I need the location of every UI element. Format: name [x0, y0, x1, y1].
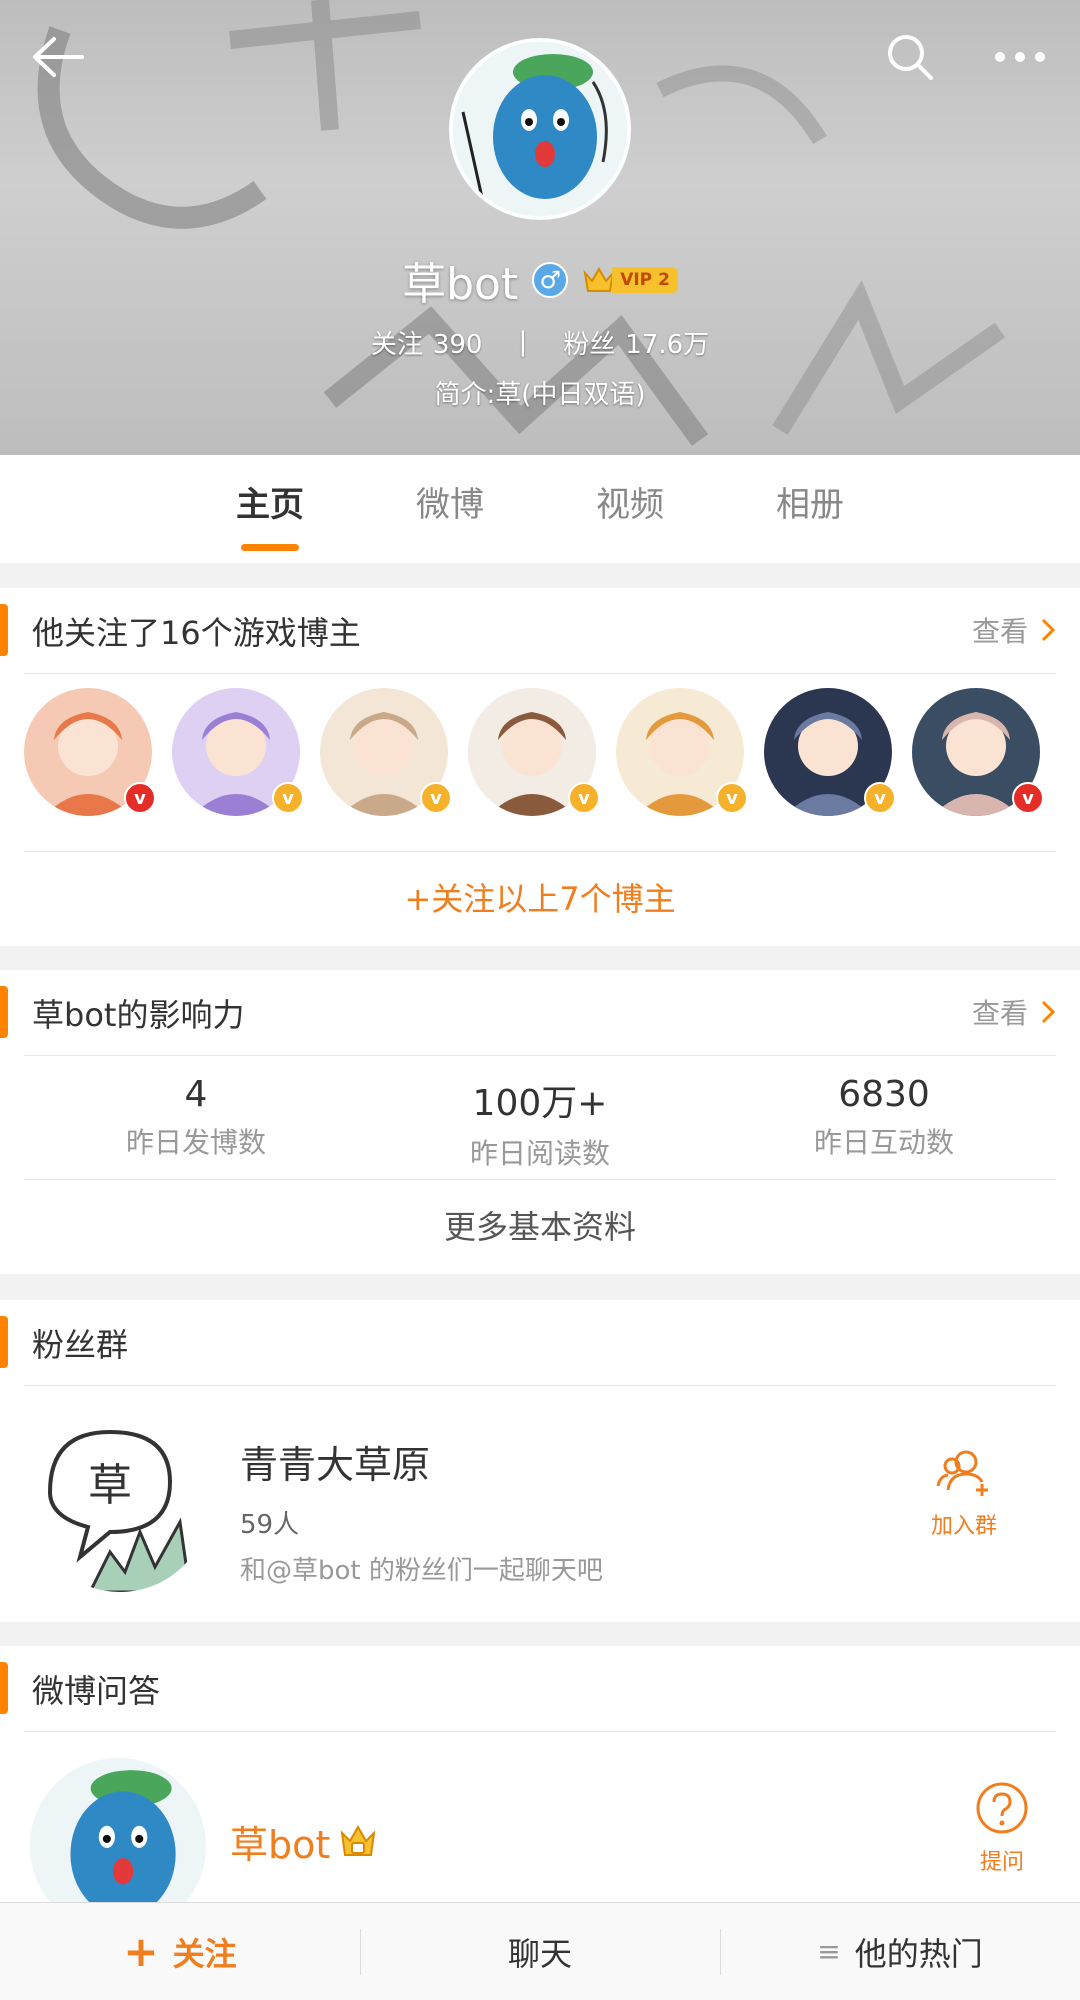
ask-question-button[interactable]: 提问 [968, 1782, 1036, 1876]
fans-count: 17.6万 [625, 329, 710, 360]
card-title: 粉丝群 [32, 1326, 129, 1364]
chat-label: 聊天 [507, 1934, 572, 1973]
influence-stats: 4 昨日发博数 100万+ 昨日阅读数 6830 昨日互动数 [24, 1056, 1056, 1180]
fan-group-card: 粉丝群 草 青青大草原 59人 和@草bot 的粉丝们一起聊天吧 加入群 [0, 1300, 1080, 1622]
fans-label: 粉丝 [563, 329, 616, 360]
hot-posts-button[interactable]: ≡ 他的热门 [720, 1903, 1080, 2000]
view-following-link[interactable]: 查看 [972, 610, 1056, 650]
back-button[interactable] [22, 22, 92, 92]
profile-header: 草bot ♂ VIP 2 关注 390 | 粉丝 17.6万 简介:草(中日双语) [0, 0, 1080, 455]
follow-button[interactable]: + 关注 [0, 1903, 360, 2000]
card-header: 他关注了16个游戏博主 查看 [0, 588, 1056, 674]
card-accent-bar [0, 1662, 8, 1714]
stat-label: 昨日阅读数 [469, 1137, 610, 1170]
add-group-icon [936, 1450, 988, 1496]
back-arrow-icon [33, 37, 84, 77]
search-button[interactable] [875, 22, 945, 92]
stat-value: 4 [184, 1074, 208, 1115]
blogger-avatar-list: vvvvvvv [24, 674, 1056, 852]
qa-user-avatar [30, 1758, 206, 1902]
fans-stat[interactable]: 粉丝 17.6万 [563, 324, 709, 361]
following-stat[interactable]: 关注 390 [371, 324, 483, 361]
view-label: 查看 [971, 997, 1028, 1030]
chevron-right-icon [1041, 618, 1056, 642]
card-header: 微博问答 [0, 1646, 1056, 1732]
card-accent-bar [0, 1316, 8, 1368]
card-accent-bar [0, 986, 8, 1038]
bottom-action-bar: + 关注 聊天 ≡ 他的热门 [0, 1902, 1080, 2000]
influence-card: 草bot的影响力 查看 4 昨日发博数 100万+ 昨日阅读数 6830 昨日互… [0, 970, 1080, 1274]
more-basic-info-button[interactable]: 更多基本资料 [0, 1180, 1080, 1274]
following-label: 关注 [370, 329, 423, 360]
follow-label: 关注 [172, 1934, 237, 1973]
card-title: 微博问答 [32, 1672, 161, 1710]
group-name: 青青大草原 [240, 1443, 431, 1487]
follow-all-button[interactable]: +关注以上7个博主 [0, 852, 1080, 946]
tab-video[interactable]: 视频 [550, 455, 710, 563]
stat-label: 昨日发博数 [125, 1126, 266, 1159]
qa-user-item[interactable]: 草bot 提问 [0, 1732, 1080, 1902]
card-title: 他关注了16个游戏博主 [32, 614, 361, 652]
card-accent-bar [0, 604, 8, 656]
verified-badge-icon: v [568, 782, 600, 814]
hot-posts-label: 他的热门 [854, 1934, 983, 1973]
verified-badge-icon: v [124, 782, 156, 814]
user-bio: 简介:草(中日双语) [434, 380, 646, 410]
verified-badge-icon: v [864, 782, 896, 814]
avatar-illustration [30, 1758, 206, 1902]
user-name: 草bot [402, 259, 519, 310]
male-gender-icon: ♂ [532, 262, 569, 298]
stat-value: 6830 [838, 1074, 930, 1115]
more-button[interactable] [985, 22, 1055, 92]
stat-interactions-yesterday: 6830 昨日互动数 [712, 1056, 1056, 1161]
vip-badge[interactable]: VIP 2 [582, 265, 678, 295]
stat-reads-yesterday: 100万+ 昨日阅读数 [368, 1056, 712, 1172]
following-bloggers-card: 他关注了16个游戏博主 查看 v v v v v v v +关注以上7个博主 [0, 588, 1080, 946]
qa-user-name: 草bot [230, 1823, 331, 1867]
weibo-qa-card: 微博问答 草bot 提问 [0, 1646, 1080, 1902]
chat-button[interactable]: 聊天 [360, 1903, 720, 2000]
search-icon [888, 35, 933, 80]
stats-separator: | [518, 327, 528, 357]
verified-badge-icon: v [272, 782, 304, 814]
view-influence-link[interactable]: 查看 [972, 992, 1056, 1032]
chevron-right-icon [1041, 1000, 1056, 1024]
crown-icon [583, 267, 615, 292]
profile-avatar[interactable] [449, 38, 631, 220]
stat-label: 昨日互动数 [813, 1126, 954, 1159]
group-avatar: 草 [30, 1412, 210, 1592]
join-group-button[interactable]: 加入群 [900, 1448, 1028, 1548]
fan-group-item[interactable]: 草 青青大草原 59人 和@草bot 的粉丝们一起聊天吧 加入群 [0, 1386, 1080, 1622]
crown-icon [340, 1824, 376, 1856]
tab-weibo[interactable]: 微博 [370, 455, 530, 563]
card-header: 草bot的影响力 查看 [0, 970, 1056, 1056]
avatar-illustration [453, 42, 627, 216]
verified-badge-icon: v [1012, 782, 1044, 814]
stat-value: 100万+ [472, 1083, 608, 1124]
active-tab-indicator [241, 544, 299, 551]
stat-posts-yesterday: 4 昨日发博数 [24, 1056, 368, 1161]
ask-question-label: 提问 [979, 1850, 1024, 1875]
join-group-label: 加入群 [930, 1514, 997, 1539]
group-avatar-text: 草 [88, 1460, 132, 1511]
user-name-row: 草bot ♂ VIP 2 [0, 250, 1080, 310]
group-description: 和@草bot 的粉丝们一起聊天吧 [240, 1556, 603, 1586]
qa-user-name-row: 草bot [230, 1814, 378, 1869]
verified-badge-icon: v [420, 782, 452, 814]
vip-level-label: VIP 2 [612, 267, 678, 293]
question-icon [976, 1782, 1028, 1834]
follow-stats: 关注 390 | 粉丝 17.6万 [0, 320, 1080, 364]
plus-icon: + [123, 1926, 159, 1976]
group-avatar-illustration: 草 [30, 1412, 210, 1592]
more-dots-icon [995, 52, 1045, 62]
verified-badge-icon: v [716, 782, 748, 814]
profile-tabs: 主页 微博 视频 相册 [0, 455, 1080, 563]
card-title: 草bot的影响力 [32, 996, 245, 1034]
group-member-count: 59人 [240, 1510, 300, 1540]
following-count: 390 [432, 329, 483, 360]
menu-lines-icon: ≡ [817, 1935, 841, 1968]
tab-album[interactable]: 相册 [730, 455, 890, 563]
card-header: 粉丝群 [0, 1300, 1056, 1386]
view-label: 查看 [971, 615, 1028, 648]
